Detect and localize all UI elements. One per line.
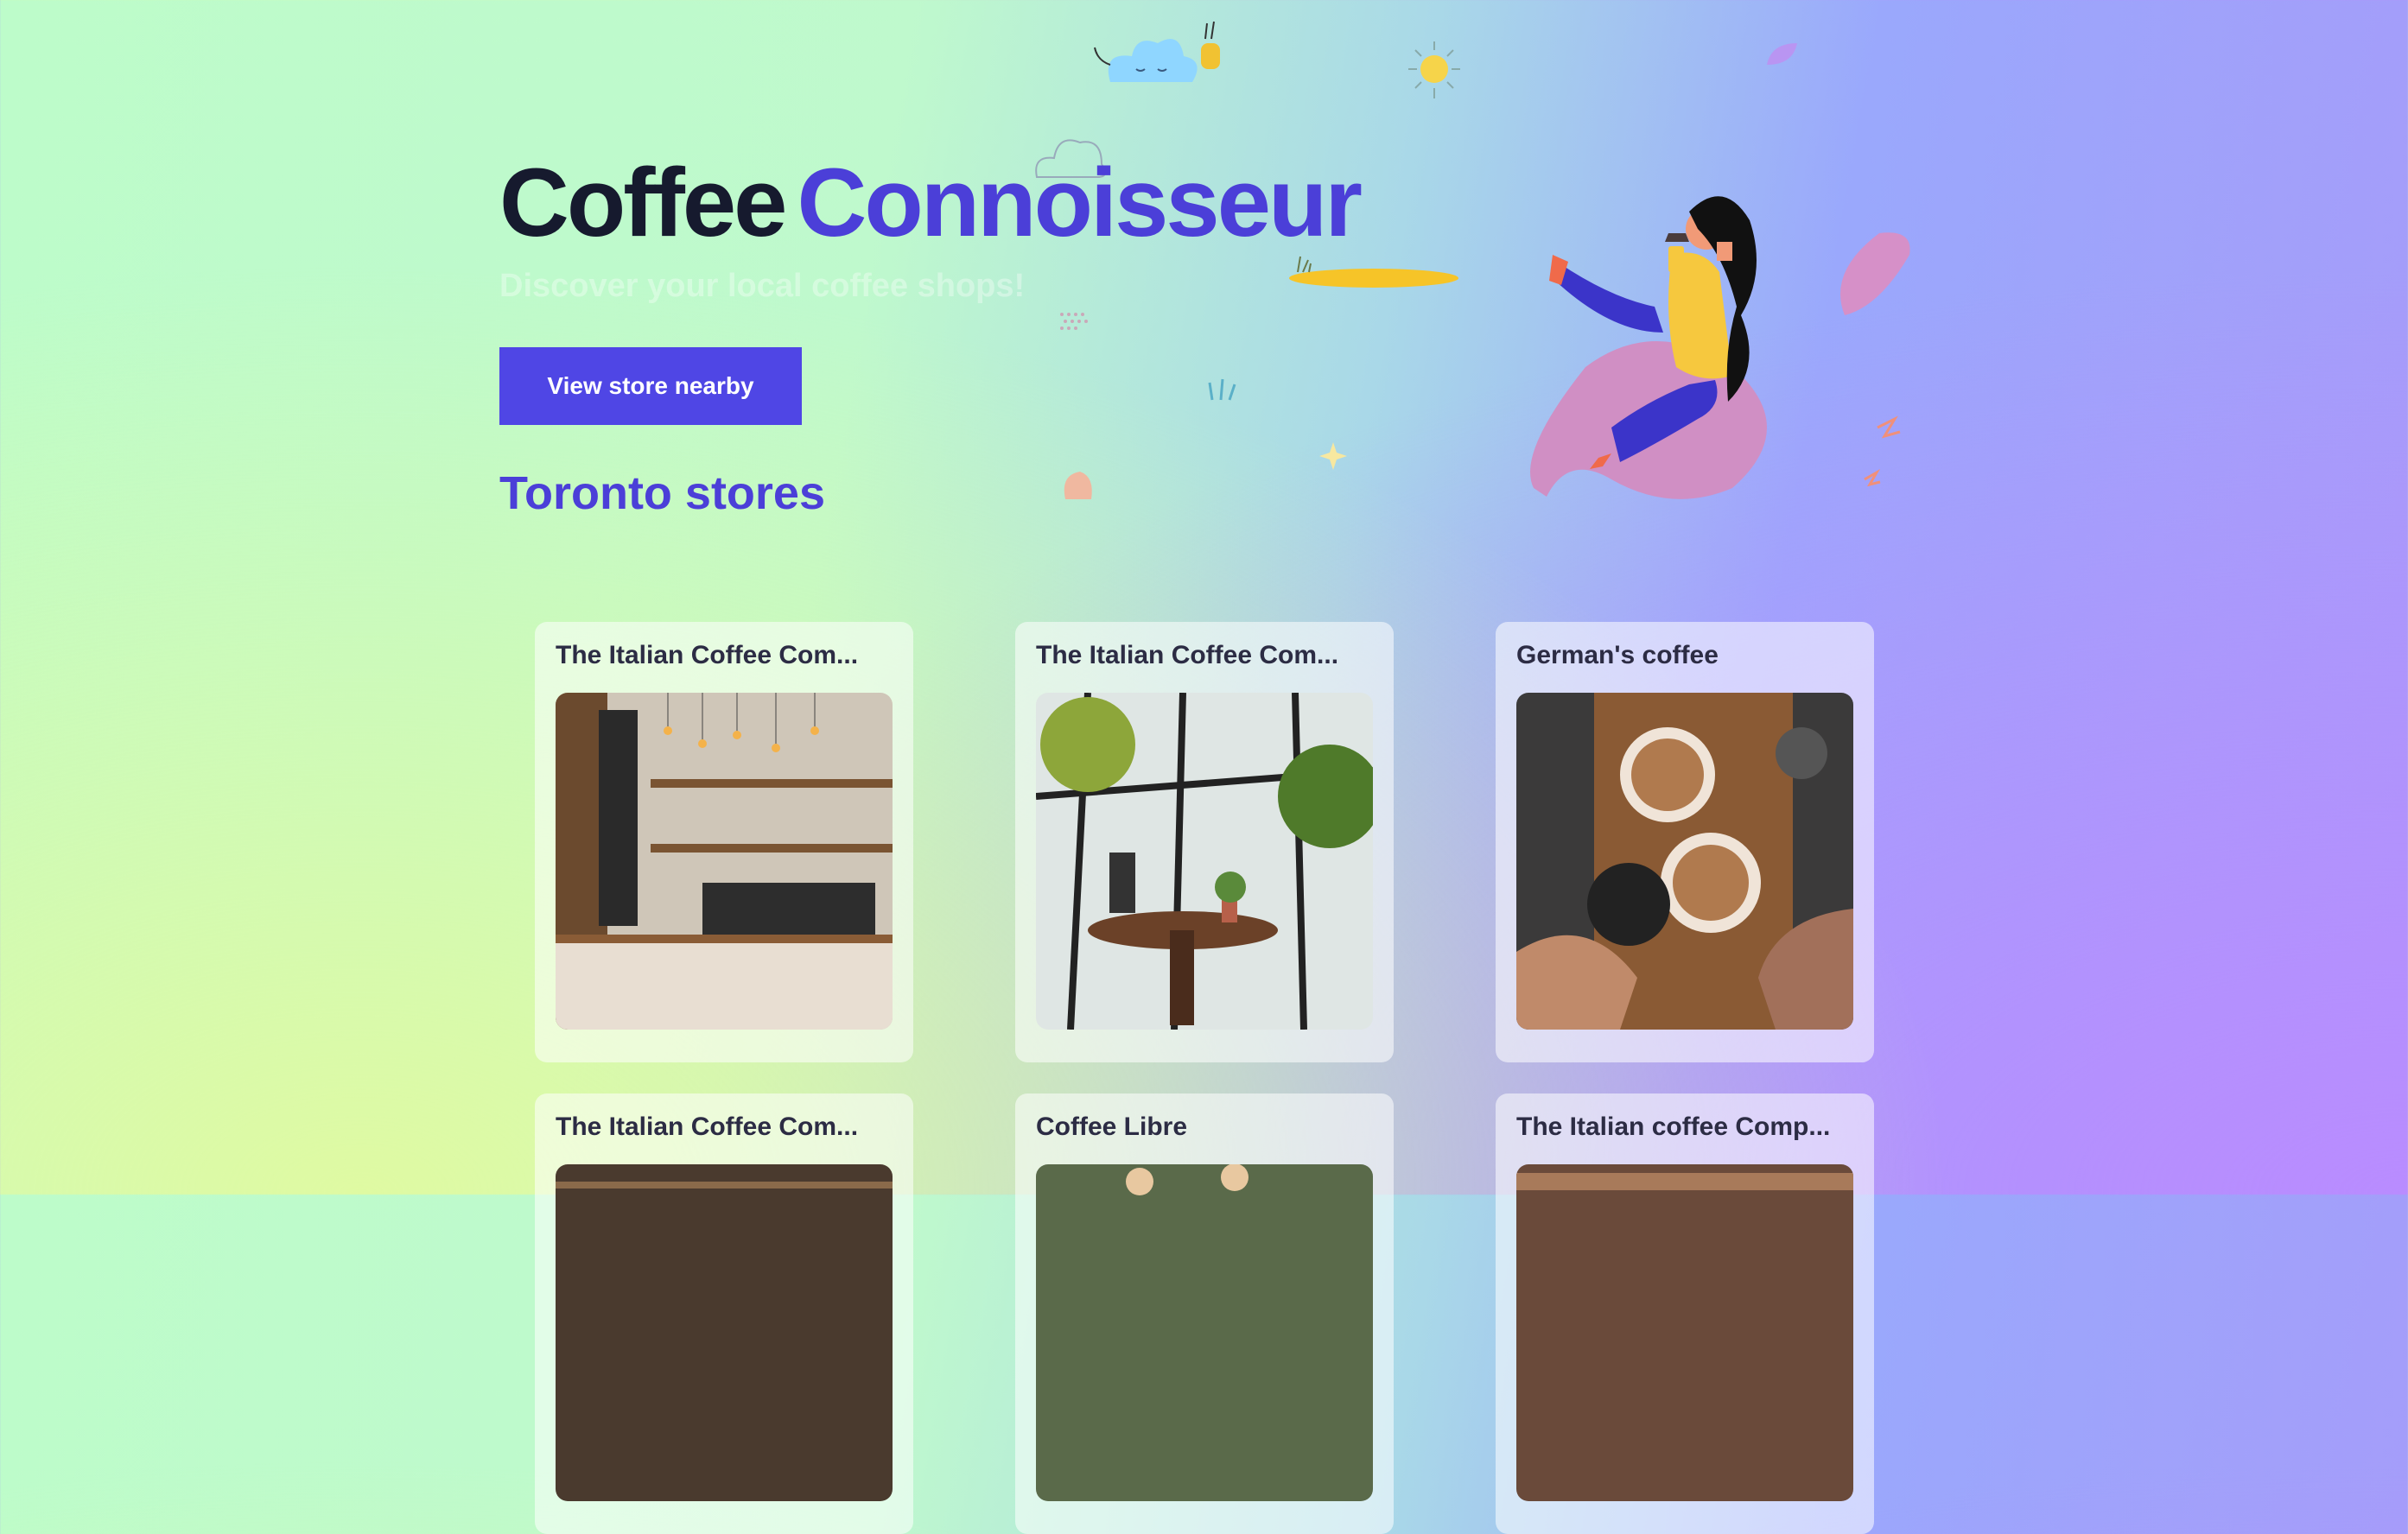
cafe-interior-photo[interactable]	[556, 1164, 893, 1501]
cafe-ceiling-photo[interactable]	[1036, 1164, 1373, 1501]
cafe-window-table-photo[interactable]	[1036, 693, 1373, 1030]
leaf-icon	[1767, 43, 1797, 65]
latte-cheers-photo[interactable]	[1516, 693, 1853, 1030]
store-name: German's coffee	[1516, 641, 1719, 669]
star-flower-icon	[1319, 442, 1347, 470]
grass-tuft-icon	[1208, 378, 1236, 401]
view-store-nearby-button[interactable]: View store nearby	[499, 347, 802, 425]
woman-with-coffee-illustration	[1530, 196, 1910, 499]
store-card[interactable]: German's coffee	[1496, 622, 1874, 1062]
cloud-mascot-icon	[1094, 21, 1220, 82]
hero-subtitle: Discover your local coffee shops!	[499, 268, 1026, 304]
title-coffee: Coffee	[499, 149, 787, 257]
store-card[interactable]: The Italian Coffee Com...	[1015, 622, 1394, 1062]
petal-icon	[1064, 472, 1092, 499]
section-title: Toronto stores	[499, 467, 825, 519]
store-name: The Italian Coffee Com...	[1036, 641, 1339, 669]
store-card[interactable]: The Italian Coffee Com...	[535, 622, 913, 1062]
store-name: The Italian coffee Comp...	[1516, 1112, 1831, 1141]
sun-icon	[1408, 41, 1460, 98]
cafe-counter-photo[interactable]	[556, 693, 893, 1030]
store-card[interactable]: Coffee Libre	[1015, 1093, 1394, 1534]
store-name: The Italian Coffee Com...	[556, 1112, 859, 1141]
cafe-bar-photo[interactable]	[1516, 1164, 1853, 1501]
store-name: Coffee Libre	[1036, 1112, 1188, 1141]
page-title: Coffee Connoisseur	[499, 147, 1363, 259]
title-connoisseur: Connoisseur	[797, 149, 1363, 257]
store-card[interactable]: The Italian coffee Comp...	[1496, 1093, 1874, 1534]
store-name: The Italian Coffee Com...	[556, 641, 859, 669]
store-card[interactable]: The Italian Coffee Com...	[535, 1093, 913, 1534]
dots-pattern-icon	[1060, 313, 1088, 330]
